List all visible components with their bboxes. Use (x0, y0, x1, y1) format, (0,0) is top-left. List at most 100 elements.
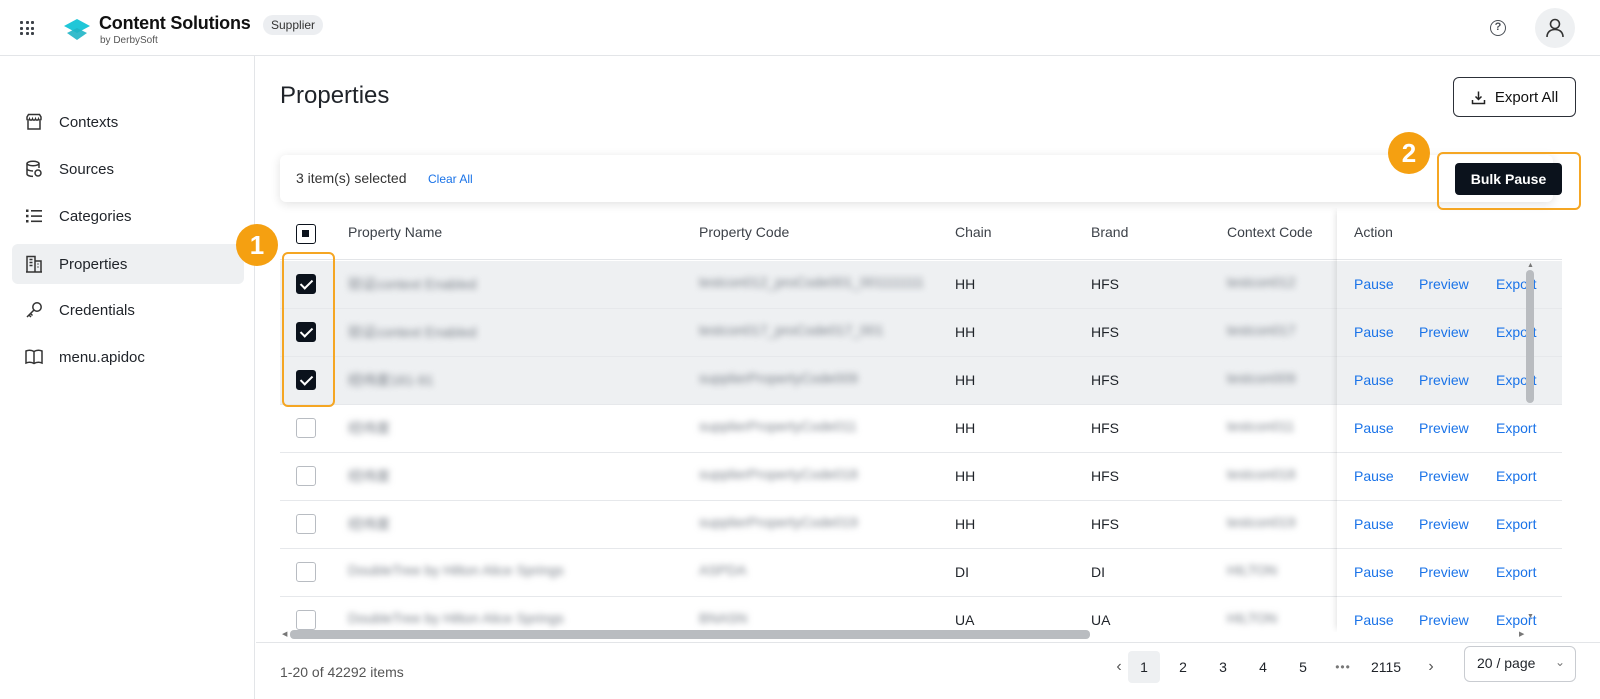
pause-link[interactable]: Pause (1354, 468, 1394, 484)
cell-chain: HH (955, 468, 976, 484)
row-checkbox[interactable] (296, 466, 316, 486)
column-header-property-name: Property Name (348, 224, 443, 240)
logo-icon (64, 19, 90, 40)
cell-chain: HH (955, 516, 976, 532)
preview-link[interactable]: Preview (1419, 324, 1469, 340)
scroll-up-icon[interactable]: ▲ (1527, 262, 1534, 269)
select-all-checkbox[interactable] (296, 224, 316, 244)
sidebar-item-properties[interactable]: Properties (12, 244, 244, 284)
vertical-scroll-thumb[interactable] (1526, 270, 1534, 403)
column-header-property-code: Property Code (699, 224, 790, 240)
table-row[interactable]: 经纬度 supplierPropertyCode011 HH HFS testcon01… (280, 405, 1562, 453)
pause-link[interactable]: Pause (1354, 324, 1394, 340)
help-icon[interactable]: ? (1490, 20, 1506, 36)
page-button-1[interactable]: 1 (1128, 651, 1160, 683)
sidebar-item-contexts[interactable]: Contexts (12, 102, 244, 142)
sidebar-item-label: Sources (59, 160, 115, 178)
scroll-right-icon[interactable]: ▶ (1519, 630, 1524, 638)
cell-brand: DI (1091, 564, 1105, 580)
page-button-2[interactable]: 2 (1167, 651, 1199, 683)
cell-chain: UA (955, 612, 975, 628)
brand-title: Content Solutions (99, 13, 251, 33)
cell-context-code: testcon011 (1227, 418, 1295, 434)
cell-property-code: supplierPropertyCode011 (699, 418, 857, 434)
cell-context-code: HILTON (1227, 610, 1278, 626)
sidebar-item-credentials[interactable]: Credentials (12, 290, 244, 330)
cell-property-code: supplierPropertyCode018 (699, 466, 858, 482)
row-checkbox[interactable] (296, 514, 316, 534)
cell-chain: HH (955, 324, 976, 340)
cell-property-code: supplierPropertyCode009 (699, 370, 858, 386)
cell-brand: HFS (1091, 372, 1119, 388)
sidebar-item-label: Properties (59, 255, 128, 273)
preview-link[interactable]: Preview (1419, 612, 1469, 628)
chevron-down-icon: ⌄ (1554, 655, 1565, 669)
pause-link[interactable]: Pause (1354, 516, 1394, 532)
table-row[interactable]: 经纬度 supplierPropertyCode018 HH HFS testcon01… (280, 453, 1562, 501)
row-checkbox[interactable] (296, 610, 316, 630)
sidebar-item-label: Credentials (59, 301, 135, 319)
row-checkbox[interactable] (296, 418, 316, 438)
page-size-value: 20 / page (1477, 655, 1536, 671)
page-ellipsis[interactable]: ••• (1327, 651, 1359, 683)
store-icon (26, 113, 42, 130)
pause-link[interactable]: Pause (1354, 420, 1394, 436)
sidebar-item-apidoc[interactable]: menu.apidoc (12, 337, 244, 377)
building-icon (26, 255, 42, 273)
clear-all-link[interactable]: Clear All (428, 172, 473, 186)
column-header-brand: Brand (1091, 224, 1129, 240)
cell-property-code: BNASN (699, 610, 748, 626)
cell-context-code: testcon009 (1227, 370, 1296, 386)
page-button-4[interactable]: 4 (1247, 651, 1279, 683)
page-title: Properties (280, 82, 390, 109)
cell-context-code: testcon017 (1227, 322, 1296, 338)
table-row[interactable]: 经纬度 supplierPropertyCode019 HH HFS testcon01… (280, 501, 1562, 549)
scroll-down-icon[interactable]: ▼ (1527, 613, 1534, 620)
apps-grid-icon[interactable] (20, 21, 34, 35)
page-size-select[interactable]: 20 / page ⌄ (1464, 646, 1576, 682)
row-checkbox[interactable] (296, 562, 316, 582)
export-all-button[interactable]: Export All (1453, 77, 1576, 117)
cell-brand: UA (1091, 612, 1111, 628)
sidebar-item-categories[interactable]: Categories (12, 196, 244, 236)
table-row[interactable]: DoubleTree by Hilton Alice Springs ASPDA D… (280, 549, 1562, 597)
cell-property-name: 经纬度 (348, 468, 390, 484)
step-marker-2: 2 (1388, 132, 1430, 174)
cell-property-name: 验证context Enabled (348, 276, 477, 292)
cell-chain: HH (955, 372, 976, 388)
cell-chain: HH (955, 420, 976, 436)
preview-link[interactable]: Preview (1419, 564, 1469, 580)
role-badge: Supplier (263, 15, 324, 35)
pause-link[interactable]: Pause (1354, 564, 1394, 580)
book-icon (25, 349, 43, 365)
page-button-5[interactable]: 5 (1287, 651, 1319, 683)
pause-link[interactable]: Pause (1354, 372, 1394, 388)
table-row[interactable]: 经纬度181-91 supplierPropertyCode009 HH HFS tes… (280, 357, 1562, 405)
page-button-3[interactable]: 3 (1207, 651, 1239, 683)
next-page-icon[interactable]: › (1415, 651, 1447, 683)
list-icon (26, 209, 42, 223)
sidebar-item-sources[interactable]: Sources (12, 149, 244, 189)
bulk-pause-button[interactable]: Bulk Pause (1455, 163, 1562, 195)
preview-link[interactable]: Preview (1419, 516, 1469, 532)
avatar[interactable] (1535, 8, 1575, 48)
table-row[interactable]: DoubleTree by Hilton Alice Springs BNASN U… (280, 597, 1562, 632)
preview-link[interactable]: Preview (1419, 372, 1469, 388)
cell-context-code: testcon018 (1227, 466, 1296, 482)
scroll-left-icon[interactable]: ◀ (282, 630, 287, 638)
table-row[interactable]: 验证context Enabled testcon017_proCode017_0… (280, 309, 1562, 357)
pause-link[interactable]: Pause (1354, 276, 1394, 292)
cell-property-name: 经纬度 (348, 420, 390, 436)
preview-link[interactable]: Preview (1419, 468, 1469, 484)
horizontal-scroll-thumb[interactable] (290, 630, 1090, 639)
preview-link[interactable]: Preview (1419, 276, 1469, 292)
page-button-last[interactable]: 2115 (1366, 651, 1406, 683)
checkbox-highlight (282, 252, 335, 407)
table-row[interactable]: 验证context Enabled testcon012_proCode001_0… (280, 261, 1562, 309)
pause-link[interactable]: Pause (1354, 612, 1394, 628)
selection-count: 3 item(s) selected (296, 170, 407, 186)
sidebar-item-label: menu.apidoc (59, 348, 145, 366)
preview-link[interactable]: Preview (1419, 420, 1469, 436)
properties-table: Property Name Property Code Chain Brand … (280, 208, 1562, 632)
sidebar-item-label: Contexts (59, 113, 119, 131)
